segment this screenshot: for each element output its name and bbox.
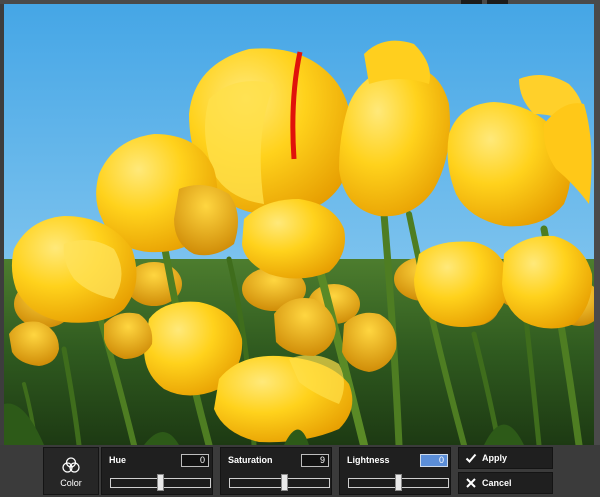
cancel-button[interactable]: Cancel bbox=[458, 472, 553, 494]
lightness-label: Lightness bbox=[347, 455, 390, 465]
color-tool-label: Color bbox=[60, 478, 82, 488]
hue-slider-thumb[interactable] bbox=[157, 474, 164, 491]
saturation-value-input[interactable]: 9 bbox=[301, 454, 329, 467]
adjustment-toolbar: Color Hue 0 Saturation 9 Lightness 0 App… bbox=[0, 445, 600, 497]
checkmark-icon bbox=[465, 453, 477, 463]
apply-label: Apply bbox=[482, 453, 508, 463]
image-canvas[interactable] bbox=[4, 4, 594, 445]
hue-panel: Hue 0 bbox=[101, 447, 213, 495]
lightness-panel: Lightness 0 bbox=[339, 447, 451, 495]
right-gutter bbox=[594, 4, 600, 445]
saturation-slider-thumb[interactable] bbox=[281, 474, 288, 491]
hue-label: Hue bbox=[109, 455, 127, 465]
apply-button[interactable]: Apply bbox=[458, 447, 553, 469]
saturation-label: Saturation bbox=[228, 455, 273, 465]
cancel-label: Cancel bbox=[482, 478, 512, 488]
lightness-slider-thumb[interactable] bbox=[395, 474, 402, 491]
saturation-slider-track[interactable] bbox=[229, 478, 330, 488]
saturation-panel: Saturation 9 bbox=[220, 447, 332, 495]
tulip-photo bbox=[4, 4, 594, 445]
color-tool-button[interactable]: Color bbox=[43, 447, 99, 495]
close-icon bbox=[466, 478, 476, 488]
hue-value-input[interactable]: 0 bbox=[181, 454, 209, 467]
color-circles-icon bbox=[62, 457, 80, 473]
lightness-value-input[interactable]: 0 bbox=[420, 454, 448, 467]
